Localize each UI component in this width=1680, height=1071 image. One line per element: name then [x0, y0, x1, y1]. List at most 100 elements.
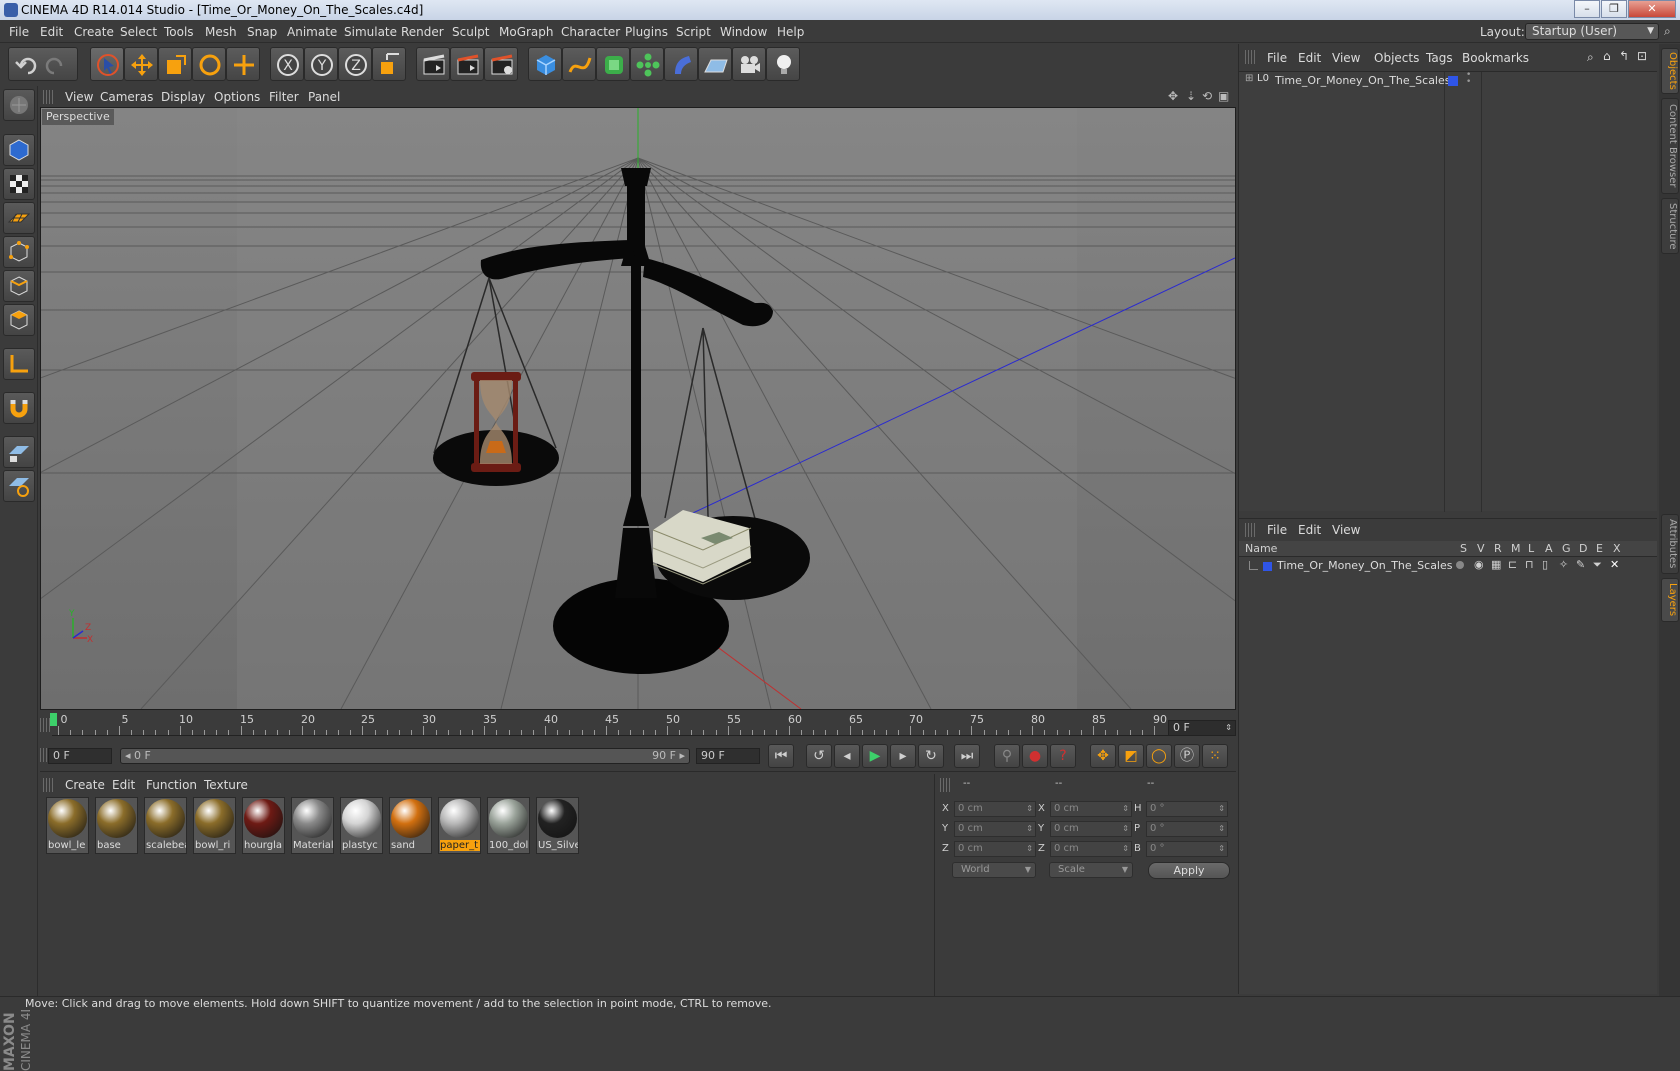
- coordinate-mode-select[interactable]: Scale ▼: [1049, 862, 1133, 878]
- viewport-menu-options[interactable]: Options: [214, 90, 260, 104]
- next-frame-button[interactable]: ▸: [890, 744, 916, 768]
- om-menu-edit[interactable]: Edit: [1298, 51, 1321, 65]
- previous-frame-button[interactable]: ◂: [834, 744, 860, 768]
- layer-column-header[interactable]: M: [1511, 542, 1521, 555]
- menu-file[interactable]: File: [9, 25, 29, 39]
- timeline-grip[interactable]: [40, 718, 50, 732]
- tab-structure[interactable]: Structure: [1661, 198, 1679, 254]
- animation-toggle-icon[interactable]: ▯: [1542, 558, 1548, 571]
- layer-column-header[interactable]: Name: [1245, 542, 1277, 555]
- deformer-toggle-icon[interactable]: ✎: [1576, 558, 1585, 571]
- floor-button[interactable]: [698, 47, 732, 81]
- menu-character[interactable]: Character: [561, 25, 620, 39]
- coordinate-system-button[interactable]: [372, 47, 406, 81]
- go-to-start-button[interactable]: ⏮: [768, 744, 794, 768]
- menu-mesh[interactable]: Mesh: [205, 25, 237, 39]
- tab-objects[interactable]: Objects: [1661, 48, 1679, 94]
- layer-column-header[interactable]: D: [1579, 542, 1587, 555]
- material-swatch[interactable]: bowl_ri: [193, 797, 236, 854]
- viewport-menu-cameras[interactable]: Cameras: [100, 90, 153, 104]
- previous-keyframe-button[interactable]: ↺: [806, 744, 832, 768]
- stepper-icon[interactable]: ⇕: [1122, 822, 1129, 836]
- next-keyframe-button[interactable]: ↻: [918, 744, 944, 768]
- current-frame-field[interactable]: 0 F ⇕: [1168, 720, 1236, 736]
- record-position-button[interactable]: ✥: [1090, 744, 1116, 768]
- search-icon[interactable]: ⌕: [1587, 50, 1594, 65]
- om-menu-view[interactable]: View: [1332, 51, 1360, 65]
- stepper-icon[interactable]: ⇕: [1026, 842, 1033, 856]
- render-settings-button[interactable]: [484, 47, 518, 81]
- edges-mode-button[interactable]: [3, 270, 35, 302]
- menu-animate[interactable]: Animate: [287, 25, 337, 39]
- menu-script[interactable]: Script: [676, 25, 711, 39]
- solo-toggle[interactable]: [1456, 561, 1464, 569]
- expand-icon[interactable]: ⊞: [1245, 73, 1253, 84]
- layer-column-header[interactable]: E: [1596, 542, 1603, 555]
- go-to-end-button[interactable]: ⏭: [954, 744, 980, 768]
- om-menu-objects[interactable]: Objects: [1374, 51, 1419, 65]
- record-pla-button[interactable]: ⁙: [1202, 744, 1228, 768]
- camera-button[interactable]: [732, 47, 766, 81]
- spline-pen-button[interactable]: [562, 47, 596, 81]
- viewport-menu-filter[interactable]: Filter: [269, 90, 299, 104]
- planar-workplane-button[interactable]: [3, 470, 35, 502]
- material-swatch[interactable]: base: [95, 797, 138, 854]
- points-mode-button[interactable]: [3, 236, 35, 268]
- array-button[interactable]: [630, 47, 664, 81]
- layer-column-header[interactable]: R: [1494, 542, 1502, 555]
- menu-render[interactable]: Render: [401, 25, 444, 39]
- coord-value-field[interactable]: 0 cm ⇕: [954, 841, 1036, 857]
- perspective-viewport[interactable]: Y X Z: [40, 107, 1236, 710]
- coord-value-field[interactable]: 0 cm ⇕: [1050, 821, 1132, 837]
- maximize-button[interactable]: ❐: [1601, 0, 1627, 18]
- material-grip[interactable]: [43, 778, 53, 792]
- lm-menu-file[interactable]: File: [1267, 523, 1287, 537]
- menu-simulate[interactable]: Simulate: [344, 25, 397, 39]
- coord-value-field[interactable]: 0 ° ⇕: [1146, 801, 1228, 817]
- render-picture-viewer-button[interactable]: [450, 47, 484, 81]
- home-icon[interactable]: ⌂: [1603, 49, 1611, 63]
- material-swatch[interactable]: paper_t: [438, 797, 481, 854]
- minimize-button[interactable]: –: [1574, 0, 1600, 18]
- material-swatch[interactable]: bowl_le: [46, 797, 89, 854]
- polygons-mode-button[interactable]: [3, 304, 35, 336]
- layer-column-header[interactable]: L: [1528, 542, 1534, 555]
- object-name[interactable]: Time_Or_Money_On_The_Scales: [1275, 74, 1450, 87]
- material-menu-edit[interactable]: Edit: [112, 778, 135, 792]
- xref-toggle-icon[interactable]: ✕: [1610, 558, 1619, 571]
- object-row[interactable]: ⊞ L0 Time_Or_Money_On_The_Scales • •: [1239, 71, 1657, 89]
- play-button[interactable]: ▶: [862, 744, 888, 768]
- tab-layers[interactable]: Layers: [1661, 578, 1679, 622]
- layer-name[interactable]: Time_Or_Money_On_The_Scales: [1277, 559, 1452, 572]
- material-swatch[interactable]: Material: [291, 797, 334, 854]
- stepper-icon[interactable]: ⇕: [1218, 802, 1225, 816]
- cube-button[interactable]: [528, 47, 562, 81]
- axis-mode-button[interactable]: [3, 348, 35, 380]
- texture-mode-button[interactable]: [3, 168, 35, 200]
- end-frame-field[interactable]: 90 F: [696, 748, 760, 764]
- z-axis-button[interactable]: Z: [338, 47, 372, 81]
- viewport-rotate-icon[interactable]: ⟲: [1202, 89, 1212, 103]
- apply-button[interactable]: Apply: [1148, 862, 1230, 879]
- menu-snap[interactable]: Snap: [247, 25, 277, 39]
- lm-menu-edit[interactable]: Edit: [1298, 523, 1321, 537]
- model-mode-button[interactable]: [3, 134, 35, 166]
- rotate-button[interactable]: [192, 47, 226, 81]
- material-menu-create[interactable]: Create: [65, 778, 105, 792]
- record-active-button[interactable]: ⚲: [994, 744, 1020, 768]
- expression-toggle-icon[interactable]: ⏷: [1593, 558, 1602, 572]
- coordinate-space-select[interactable]: World ▼: [952, 862, 1036, 878]
- close-button[interactable]: ✕: [1628, 0, 1676, 18]
- lock-workplane-button[interactable]: [3, 436, 35, 468]
- menu-plugins[interactable]: Plugins: [625, 25, 668, 39]
- playhead[interactable]: [50, 713, 57, 726]
- workplane-mode-button[interactable]: [3, 202, 35, 234]
- recent-tool-button[interactable]: [226, 47, 260, 81]
- material-menu-texture[interactable]: Texture: [204, 778, 248, 792]
- menu-sculpt[interactable]: Sculpt: [452, 25, 489, 39]
- live-selection-button[interactable]: [90, 47, 124, 81]
- viewport-move-icon[interactable]: ✥: [1168, 89, 1178, 103]
- stepper-icon[interactable]: ⇕: [1026, 802, 1033, 816]
- generator-toggle-icon[interactable]: ✧: [1559, 558, 1568, 571]
- menu-select[interactable]: Select: [120, 25, 157, 39]
